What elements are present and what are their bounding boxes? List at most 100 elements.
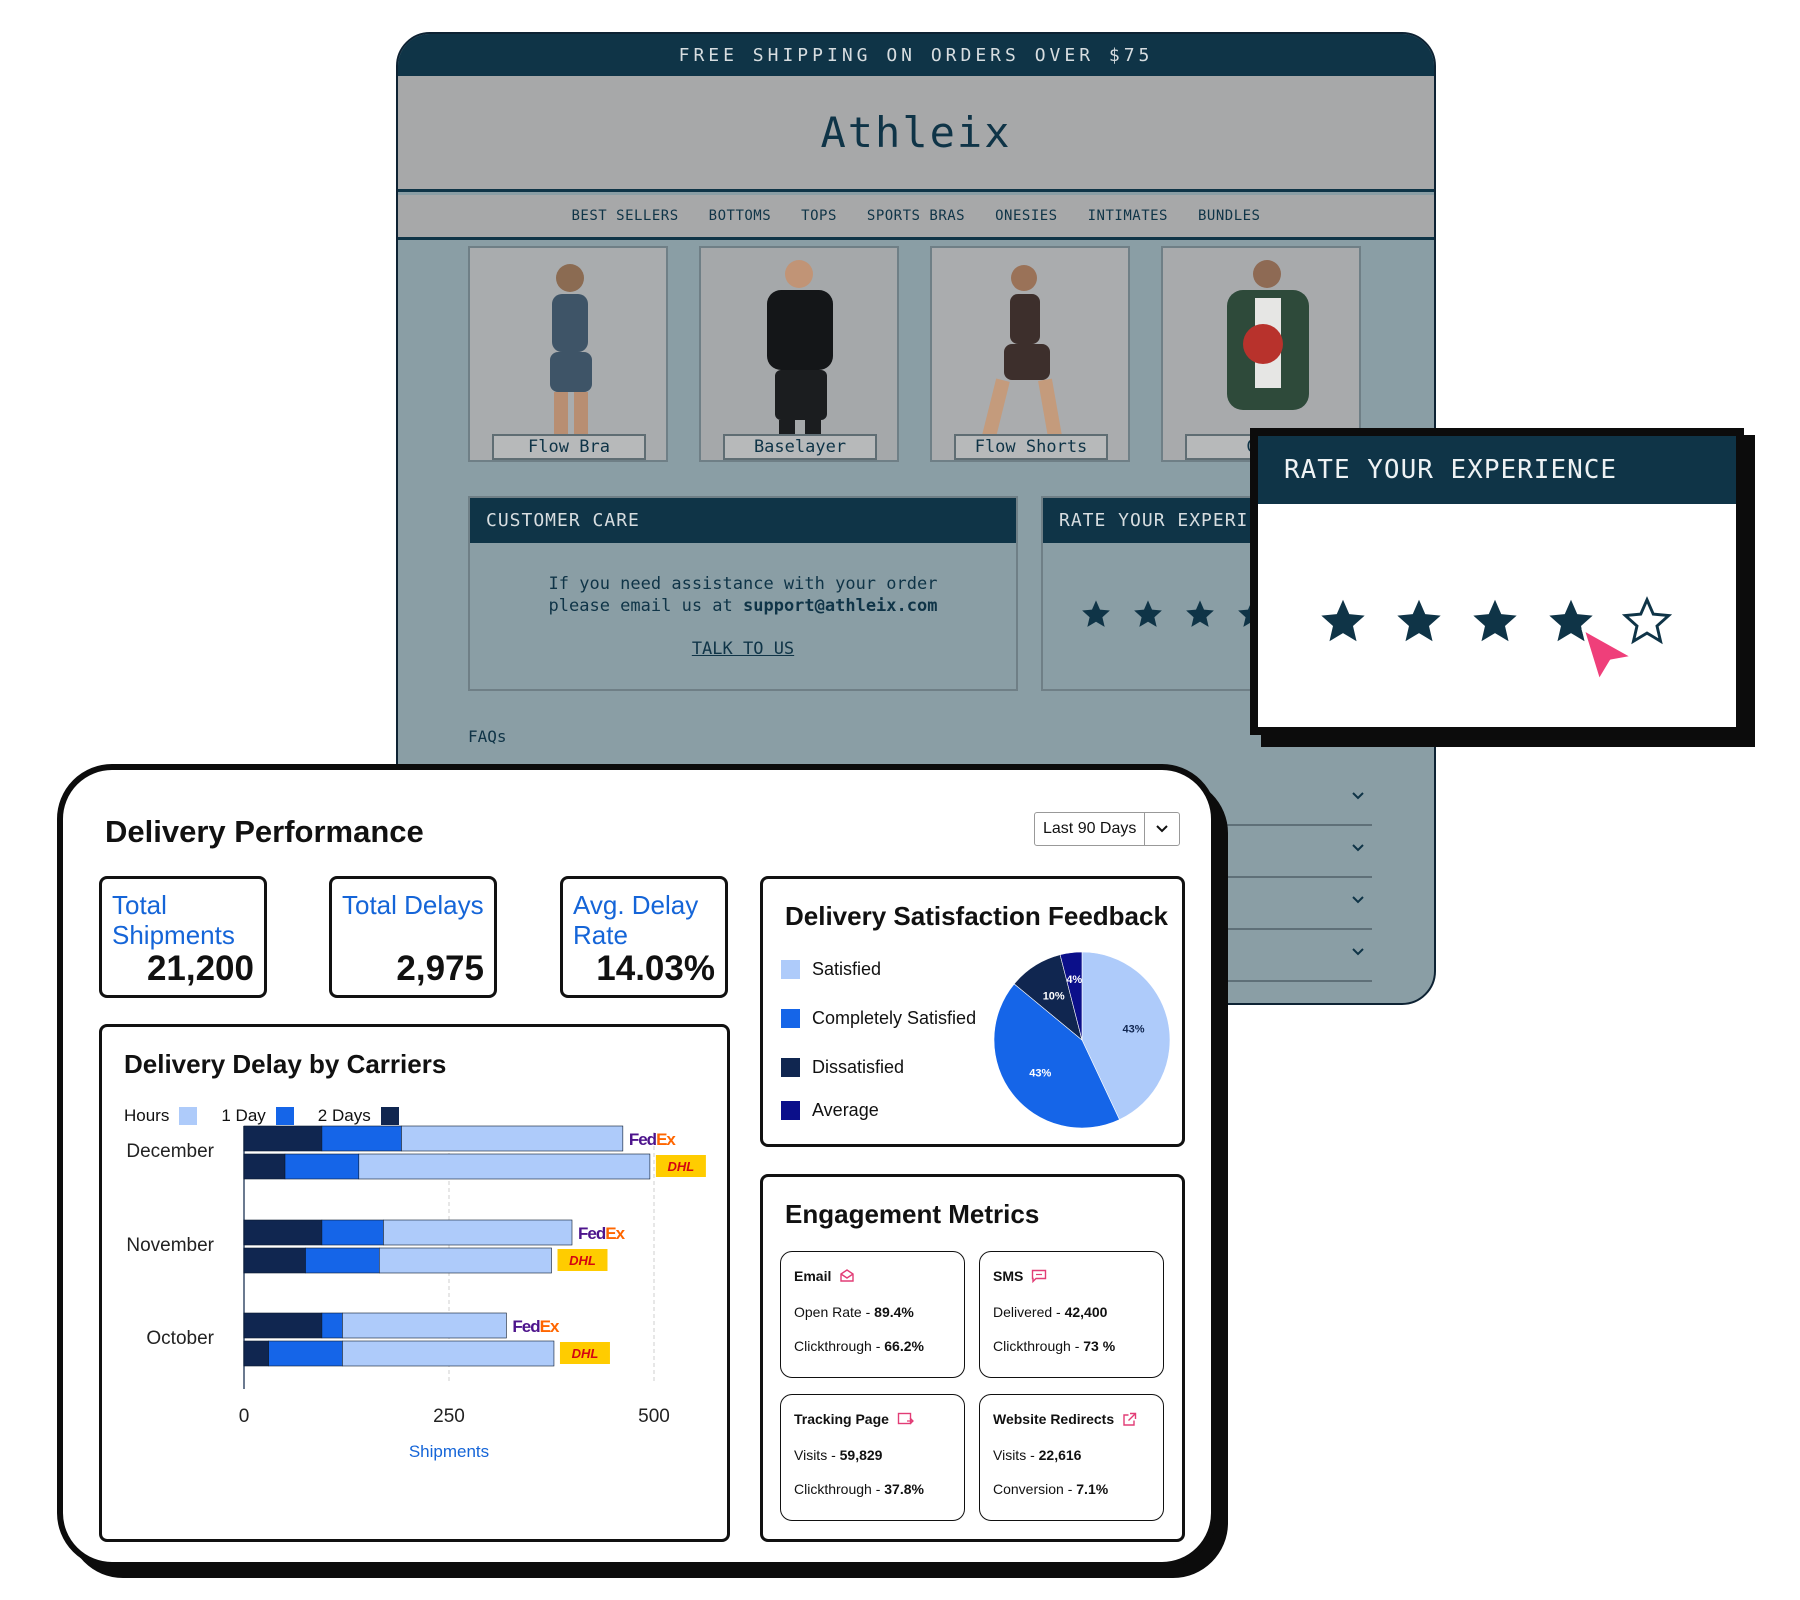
bar-segment[interactable] <box>378 1247 552 1274</box>
x-tick-label: 0 <box>239 1406 250 1427</box>
customer-care-line2: please email us at support@athleix.com <box>470 595 1016 617</box>
metric-line1-value: 59,829 <box>839 1447 883 1463</box>
star-filled-icon[interactable] <box>1470 596 1520 646</box>
star-icon[interactable] <box>1079 598 1113 630</box>
product-caption: Flow Shorts <box>954 434 1108 460</box>
metric-line1-label: Visits - <box>993 1447 1039 1463</box>
product-card[interactable]: Flow Bra <box>468 246 668 462</box>
metric-card-email[interactable]: Email Open Rate - 89.4% Clickthrough - 6… <box>780 1251 965 1378</box>
nav-tops[interactable]: TOPS <box>801 208 837 224</box>
bar-segment[interactable] <box>284 1153 360 1180</box>
stat-total-delays: Total Delays 2,975 <box>329 876 497 998</box>
svg-text:DHL: DHL <box>569 1253 596 1268</box>
fedex-logo: FedEx <box>629 1130 677 1149</box>
legend-swatch <box>781 1101 800 1120</box>
chevron-down-icon[interactable] <box>1350 894 1366 906</box>
delay-chart-title: Delivery Delay by Carriers <box>124 1049 447 1079</box>
metric-header: SMS <box>993 1268 1047 1284</box>
dhl-logo: DHL <box>557 1249 608 1271</box>
metric-line2: Conversion - 7.1% <box>993 1481 1108 1497</box>
customer-care-line1: If you need assistance with your order <box>548 574 938 594</box>
metric-header: Email <box>794 1268 855 1284</box>
legend-label: Dissatisfied <box>812 1057 905 1077</box>
star-filled-icon[interactable] <box>1318 596 1368 646</box>
metric-line2-value: 73 % <box>1083 1338 1116 1354</box>
bar-segment[interactable] <box>243 1125 323 1152</box>
delay-by-carriers-card: Delivery Delay by Carriers Hours 1 Day 2… <box>99 1024 730 1542</box>
bar-segment[interactable] <box>358 1153 651 1180</box>
star-icon[interactable] <box>1131 598 1165 630</box>
bar-segment[interactable] <box>342 1312 507 1339</box>
pointer-cursor-icon <box>1581 627 1635 683</box>
chevron-down-icon[interactable] <box>1350 842 1366 854</box>
metric-card-sms[interactable]: SMS Delivered - 42,400 Clickthrough - 73… <box>979 1251 1164 1378</box>
bar-segment[interactable] <box>321 1125 402 1152</box>
stat-value: 2,975 <box>396 949 484 988</box>
metric-card-website-redirects[interactable]: Website Redirects Visits - 22,616 Conver… <box>979 1394 1164 1521</box>
metric-header: Website Redirects <box>993 1411 1137 1427</box>
nav-bottoms[interactable]: BOTTOMS <box>709 208 772 224</box>
product-card[interactable]: Baselayer <box>699 246 899 462</box>
product-card[interactable]: Flow Shorts <box>930 246 1130 462</box>
x-axis-label: Shipments <box>409 1442 489 1461</box>
nav-best-sellers[interactable]: BEST SELLERS <box>572 208 679 224</box>
bar-segment[interactable] <box>243 1153 286 1180</box>
bar-segment[interactable] <box>243 1340 269 1367</box>
fedex-logo: FedEx <box>578 1224 626 1243</box>
metric-title: SMS <box>993 1268 1024 1284</box>
metric-header: Tracking Page <box>794 1411 915 1427</box>
nav-bundles[interactable]: BUNDLES <box>1198 208 1261 224</box>
legend-label: Average <box>812 1100 879 1120</box>
metric-line2-label: Clickthrough - <box>794 1481 885 1497</box>
metric-line2: Clickthrough - 37.8% <box>794 1481 924 1497</box>
metric-line1: Visits - 59,829 <box>794 1447 882 1463</box>
product-photo-flow-bra <box>470 248 666 460</box>
star-icon[interactable] <box>1183 598 1217 630</box>
delay-bar-chart: 0 250 500 Shipments December FedEx DHL November… <box>126 1125 706 1461</box>
pie-slice-label: 43% <box>1029 1067 1051 1079</box>
star-filled-icon[interactable] <box>1394 596 1444 646</box>
bar-segment[interactable] <box>342 1340 555 1367</box>
bar-segment[interactable] <box>383 1219 573 1246</box>
delivery-dashboard: Delivery Performance Last 90 Days Total … <box>57 764 1217 1568</box>
nav-intimates[interactable]: INTIMATES <box>1088 208 1168 224</box>
pie-slice-label: 43% <box>1123 1023 1145 1035</box>
stat-label: Total Shipments <box>112 890 235 950</box>
customer-care-title: CUSTOMER CARE <box>470 498 1016 543</box>
chevron-down-icon[interactable] <box>1350 946 1366 958</box>
bar-segment[interactable] <box>401 1125 624 1152</box>
metric-line1: Delivered - 42,400 <box>993 1304 1107 1320</box>
customer-care-message: If you need assistance with your order p… <box>470 573 1016 617</box>
x-tick-label: 250 <box>433 1406 465 1427</box>
bar-segment[interactable] <box>268 1340 343 1367</box>
support-email-link[interactable]: support@athleix.com <box>743 596 937 616</box>
bar-segment[interactable] <box>243 1247 306 1274</box>
date-range-select[interactable]: Last 90 Days <box>1034 812 1180 846</box>
bar-segment[interactable] <box>305 1247 380 1274</box>
bar-segment[interactable] <box>321 1312 343 1339</box>
legend-swatch <box>781 960 800 979</box>
brand-logo[interactable]: Athleix <box>820 108 1011 157</box>
metric-line2-label: Conversion - <box>993 1481 1077 1497</box>
customer-care-panel: CUSTOMER CARE If you need assistance wit… <box>468 496 1018 691</box>
legend-item: Average <box>781 1100 879 1121</box>
metric-line2: Clickthrough - 66.2% <box>794 1338 924 1354</box>
chevron-down-icon[interactable] <box>1155 824 1169 834</box>
metric-line2-value: 7.1% <box>1076 1481 1109 1497</box>
metric-line1-label: Open Rate - <box>794 1304 875 1320</box>
svg-text:DHL: DHL <box>572 1346 599 1361</box>
chevron-down-icon[interactable] <box>1350 790 1366 802</box>
x-tick-label: 500 <box>638 1406 670 1427</box>
fedex-logo: FedEx <box>512 1317 560 1336</box>
metric-line1: Visits - 22,616 <box>993 1447 1081 1463</box>
bar-segment[interactable] <box>243 1312 323 1339</box>
bar-segment[interactable] <box>321 1219 384 1246</box>
dhl-logo: DHL <box>559 1342 610 1364</box>
nav-onesies[interactable]: ONESIES <box>995 208 1058 224</box>
talk-to-us-link[interactable]: TALK TO US <box>470 639 1016 659</box>
metric-card-tracking-page[interactable]: Tracking Page Visits - 59,829 Clickthrou… <box>780 1394 965 1521</box>
nav-sports-bras[interactable]: SPORTS BRAS <box>867 208 965 224</box>
product-photo-flow-shorts <box>932 248 1128 460</box>
metric-line1-label: Visits - <box>794 1447 840 1463</box>
bar-segment[interactable] <box>243 1219 323 1246</box>
